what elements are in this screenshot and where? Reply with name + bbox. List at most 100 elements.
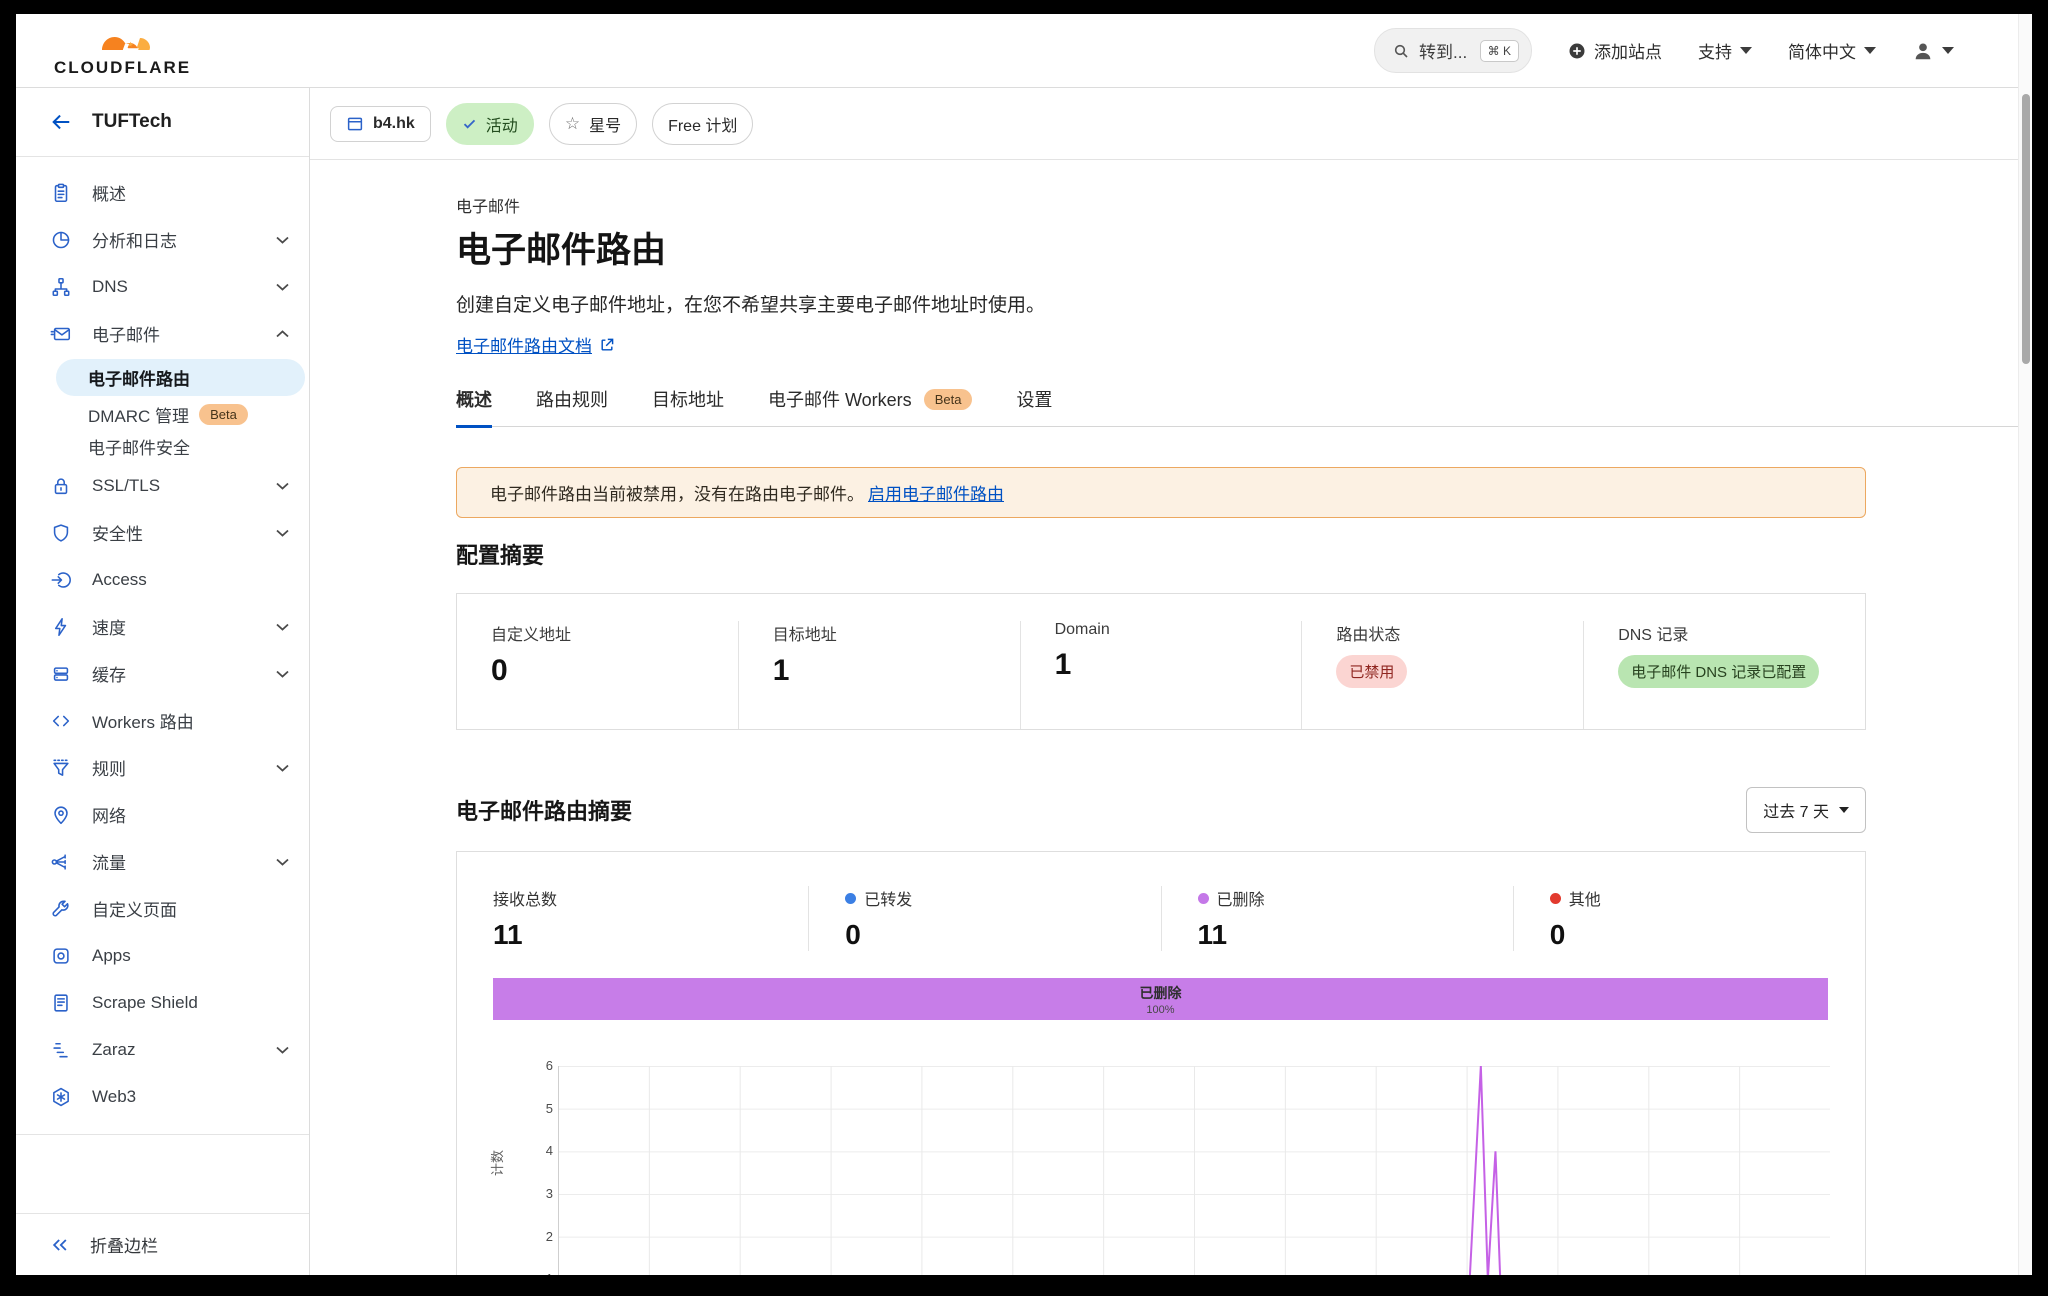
y-axis-label: 计数: [487, 1150, 506, 1176]
sidebar-item-Apps[interactable]: Apps: [16, 932, 309, 979]
docs-link[interactable]: 电子邮件路由文档: [456, 332, 592, 357]
summary-total-label: 其他: [1569, 886, 1601, 910]
config-status-pill: 电子邮件 DNS 记录已配置: [1618, 655, 1819, 688]
sidebar-item-速度[interactable]: 速度: [16, 603, 309, 650]
sidebar-item-label: 速度: [92, 614, 126, 639]
summary-total-接收总数: 接收总数 11: [457, 886, 808, 951]
sidebar-item-label: Zaraz: [92, 1040, 135, 1060]
chevron-down-icon: [276, 477, 289, 495]
traffic-icon: [50, 851, 72, 873]
sidebar-item-安全性[interactable]: 安全性: [16, 509, 309, 556]
sidebar-item-SSL/TLS[interactable]: SSL/TLS: [16, 462, 309, 509]
banner-message: 电子邮件路由当前被禁用，没有在路由电子邮件。: [490, 480, 864, 505]
sidebar-item-Workers 路由[interactable]: Workers 路由: [16, 697, 309, 744]
sidebar-item-缓存[interactable]: 缓存: [16, 650, 309, 697]
time-range-dropdown[interactable]: 过去 7 天: [1746, 787, 1866, 833]
distribution-bar: 已删除 100%: [493, 978, 1828, 1020]
tab-label: 设置: [1016, 386, 1052, 412]
config-stat-value: 1: [773, 654, 1020, 688]
summary-total-value: 11: [1198, 919, 1513, 951]
search-icon: [1393, 43, 1409, 59]
config-stat-value: 0: [491, 654, 738, 688]
sidebar-item-Scrape Shield[interactable]: Scrape Shield: [16, 979, 309, 1026]
config-stat-Domain: Domain1: [1020, 621, 1302, 729]
tab-设置[interactable]: 设置: [1016, 386, 1052, 428]
global-search-input[interactable]: 转到... ⌘ K: [1374, 28, 1532, 73]
email-icon: [50, 323, 72, 345]
summary-total-label: 已删除: [1217, 886, 1265, 910]
tab-label: 电子邮件 Workers: [768, 386, 912, 412]
sidebar-item-Access[interactable]: Access: [16, 556, 309, 603]
rules-icon: [50, 757, 72, 779]
network-icon: [50, 804, 72, 826]
sidebar-item-概述[interactable]: 概述: [16, 169, 309, 216]
collapse-sidebar-button[interactable]: 折叠边栏: [16, 1213, 309, 1275]
summary-total-value: 0: [845, 919, 1160, 951]
tab-概述[interactable]: 概述: [456, 386, 492, 428]
sidebar-item-分析和日志[interactable]: 分析和日志: [16, 216, 309, 263]
summary-totals: 接收总数11已转发0已删除11其他0: [457, 886, 1865, 951]
sidebar-item-label: 概述: [92, 180, 126, 205]
tab-路由规则[interactable]: 路由规则: [536, 386, 608, 428]
star-button[interactable]: ☆ 星号: [549, 103, 637, 145]
distribution-bar-label: 已删除: [1140, 983, 1182, 1003]
tab-目标地址[interactable]: 目标地址: [652, 386, 724, 428]
config-summary-card: 自定义地址0目标地址1Domain1路由状态已禁用DNS 记录电子邮件 DNS …: [456, 593, 1866, 730]
chevron-down-icon: [1864, 47, 1876, 54]
scrollbar-thumb[interactable]: [2022, 94, 2030, 364]
config-stat-label: 目标地址: [773, 621, 1020, 645]
back-arrow-icon[interactable]: [50, 111, 72, 133]
sidebar-item-DNS[interactable]: DNS: [16, 263, 309, 310]
clipboard-icon: [50, 182, 72, 204]
account-menu[interactable]: [1912, 40, 1954, 62]
sidebar-item-Zaraz[interactable]: Zaraz: [16, 1026, 309, 1073]
y-axis-tick: 6: [523, 1058, 553, 1073]
lock-icon: [50, 475, 72, 497]
search-shortcut-keycap: ⌘ K: [1480, 40, 1519, 62]
summary-total-value: 0: [1550, 919, 1865, 951]
chart-plot-area: [558, 1066, 1830, 1275]
page-overline: 电子邮件: [456, 193, 2018, 217]
sidebar-item-规则[interactable]: 规则: [16, 744, 309, 791]
cache-icon: [50, 663, 72, 685]
config-status-pill: 已禁用: [1336, 655, 1407, 688]
sidebar-item-label: SSL/TLS: [92, 476, 160, 496]
chevron-down-icon: [276, 853, 289, 871]
browser-window-icon: [346, 115, 364, 133]
sidebar-subitem-电子邮件安全[interactable]: 电子邮件安全: [16, 430, 309, 462]
add-site-button[interactable]: 添加站点: [1568, 38, 1662, 63]
search-placeholder: 转到...: [1419, 38, 1467, 63]
top-header: CLOUDFLARE 转到... ⌘ K 添加站点 支持 简体中文: [16, 14, 2032, 88]
sidebar-item-Web3[interactable]: Web3: [16, 1073, 309, 1120]
sidebar: TUFTech 概述分析和日志DNS电子邮件电子邮件路由DMARC 管理Beta…: [16, 88, 310, 1275]
page-scrollbar[interactable]: [2018, 14, 2032, 1275]
language-menu[interactable]: 简体中文: [1788, 38, 1876, 63]
summary-total-label: 接收总数: [493, 886, 557, 910]
sidebar-item-自定义页面[interactable]: 自定义页面: [16, 885, 309, 932]
sidebar-subitem-电子邮件路由[interactable]: 电子邮件路由: [56, 359, 305, 396]
shield-icon: [50, 522, 72, 544]
account-name[interactable]: TUFTech: [92, 111, 172, 133]
sidebar-item-流量[interactable]: 流量: [16, 838, 309, 885]
chevron-down-icon: [276, 1041, 289, 1059]
summary-total-value: 11: [493, 919, 808, 951]
support-menu[interactable]: 支持: [1698, 38, 1752, 63]
sidebar-item-label: 规则: [92, 755, 126, 780]
tab-电子邮件 Workers[interactable]: 电子邮件 Workers Beta: [768, 386, 972, 428]
cloudflare-logo[interactable]: CLOUDFLARE: [54, 24, 191, 78]
chevron-down-icon: [276, 665, 289, 683]
sidebar-item-label: 流量: [92, 849, 126, 874]
beta-badge: Beta: [924, 389, 973, 410]
config-stat-自定义地址: 自定义地址 0: [457, 621, 738, 729]
chevron-down-icon: [276, 759, 289, 777]
sidebar-divider: [16, 1134, 309, 1135]
plan-badge[interactable]: Free 计划: [652, 103, 753, 145]
sidebar-subitem-DMARC 管理[interactable]: DMARC 管理Beta: [16, 398, 309, 430]
sidebar-item-网络[interactable]: 网络: [16, 791, 309, 838]
sidebar-item-电子邮件[interactable]: 电子邮件: [16, 310, 309, 357]
config-stat-label: 自定义地址: [491, 621, 738, 645]
workers-icon: [50, 710, 72, 732]
enable-email-routing-link[interactable]: 启用电子邮件路由: [868, 480, 1004, 505]
domain-chip[interactable]: b4.hk: [330, 106, 431, 142]
scrape-shield-icon: [50, 992, 72, 1014]
